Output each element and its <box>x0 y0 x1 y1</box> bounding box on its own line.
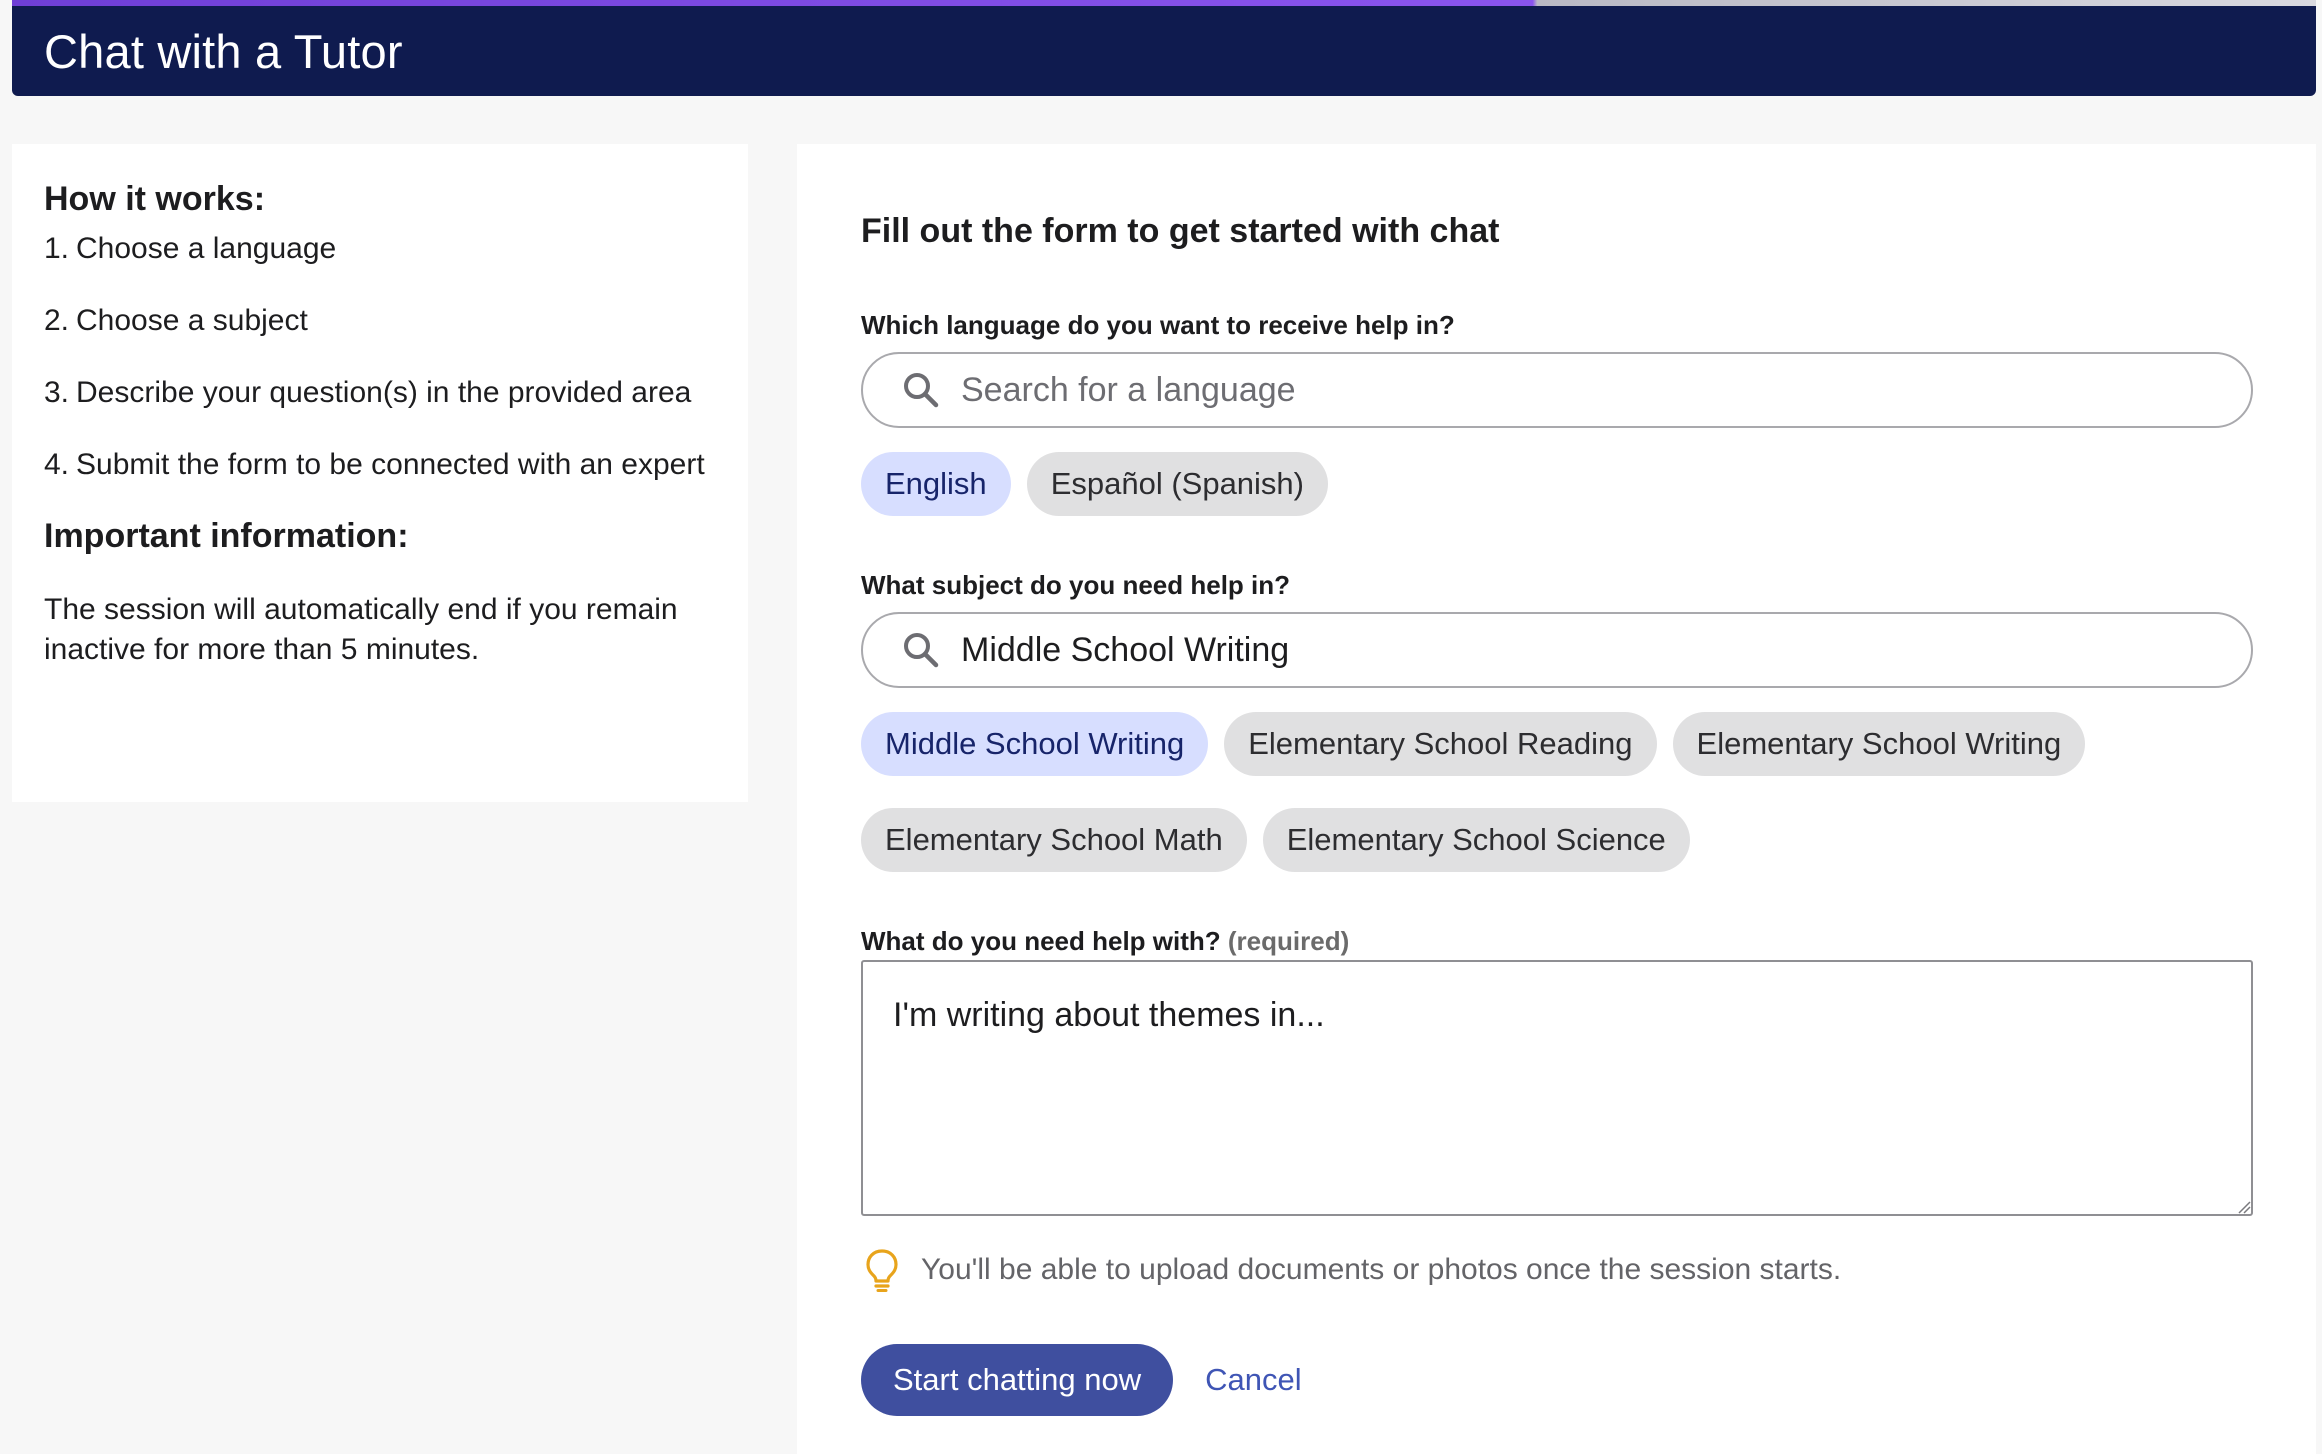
subject-options-row-1: Middle School Writing Elementary School … <box>861 712 2086 776</box>
upload-hint: You'll be able to upload documents or ph… <box>861 1248 1841 1292</box>
subject-chip-elementary-science[interactable]: Elementary School Science <box>1262 808 1690 872</box>
required-tag: (required) <box>1227 926 1350 956</box>
important-info-text: The session will automatically end if yo… <box>44 593 678 666</box>
step-item: 1. Choose a language <box>44 229 716 269</box>
language-search-field[interactable] <box>861 352 2253 428</box>
subject-chip-elementary-writing[interactable]: Elementary School Writing <box>1672 712 2086 776</box>
info-panel: How it works: 1. Choose a language 2. Ch… <box>12 144 748 802</box>
resize-grip-icon[interactable] <box>2237 1200 2251 1214</box>
step-item: 2. Choose a subject <box>44 301 716 341</box>
important-info-heading: Important information: <box>44 517 409 555</box>
step-number: 4. <box>44 448 70 481</box>
step-item: 4. Submit the form to be connected with … <box>44 445 716 485</box>
step-item: 3. Describe your question(s) in the prov… <box>44 373 716 413</box>
start-chatting-button[interactable]: Start chatting now <box>861 1344 1174 1416</box>
subject-search-field[interactable] <box>861 612 2253 688</box>
page-title: Chat with a Tutor <box>44 24 403 78</box>
lightbulb-icon <box>866 1249 898 1292</box>
upload-hint-text: You'll be able to upload documents or ph… <box>921 1253 1842 1286</box>
language-chip-english[interactable]: English <box>861 452 1011 516</box>
step-number: 2. <box>44 304 70 337</box>
cancel-link[interactable]: Cancel <box>1205 1362 1302 1398</box>
step-text: Describe your question(s) in the provide… <box>76 376 692 409</box>
subject-search-input[interactable] <box>961 630 2161 670</box>
search-icon <box>904 373 939 408</box>
subject-chip-elementary-math[interactable]: Elementary School Math <box>861 808 1247 872</box>
step-text: Submit the form to be connected with an … <box>76 448 705 481</box>
question-textarea[interactable]: I'm writing about themes in... <box>861 960 2253 1216</box>
step-number: 3. <box>44 376 70 409</box>
chat-request-form: Fill out the form to get started with ch… <box>797 144 2316 1454</box>
steps-list: 1. Choose a language 2. Choose a subject… <box>44 229 716 485</box>
step-text: Choose a subject <box>76 304 308 337</box>
question-label: What do you need help with? (required) <box>861 926 1349 957</box>
subject-chip-middle-school-writing[interactable]: Middle School Writing <box>861 712 1209 776</box>
form-title: Fill out the form to get started with ch… <box>861 212 1500 250</box>
search-icon <box>904 633 939 668</box>
step-number: 1. <box>44 232 70 265</box>
page-header: Chat with a Tutor <box>12 6 2316 96</box>
form-actions: Start chatting now Cancel <box>861 1344 1302 1416</box>
subject-chip-elementary-reading[interactable]: Elementary School Reading <box>1224 712 1657 776</box>
subject-label: What subject do you need help in? <box>861 570 1291 600</box>
language-options: English Español (Spanish) <box>861 452 1329 516</box>
step-text: Choose a language <box>76 232 337 265</box>
how-it-works-heading: How it works: <box>44 180 266 218</box>
question-label-text: What do you need help with? <box>861 926 1221 956</box>
language-label: Which language do you want to receive he… <box>861 310 1455 340</box>
language-search-input[interactable] <box>961 370 2161 410</box>
language-chip-spanish[interactable]: Español (Spanish) <box>1026 452 1329 516</box>
subject-options-row-2: Elementary School Math Elementary School… <box>861 808 1690 872</box>
